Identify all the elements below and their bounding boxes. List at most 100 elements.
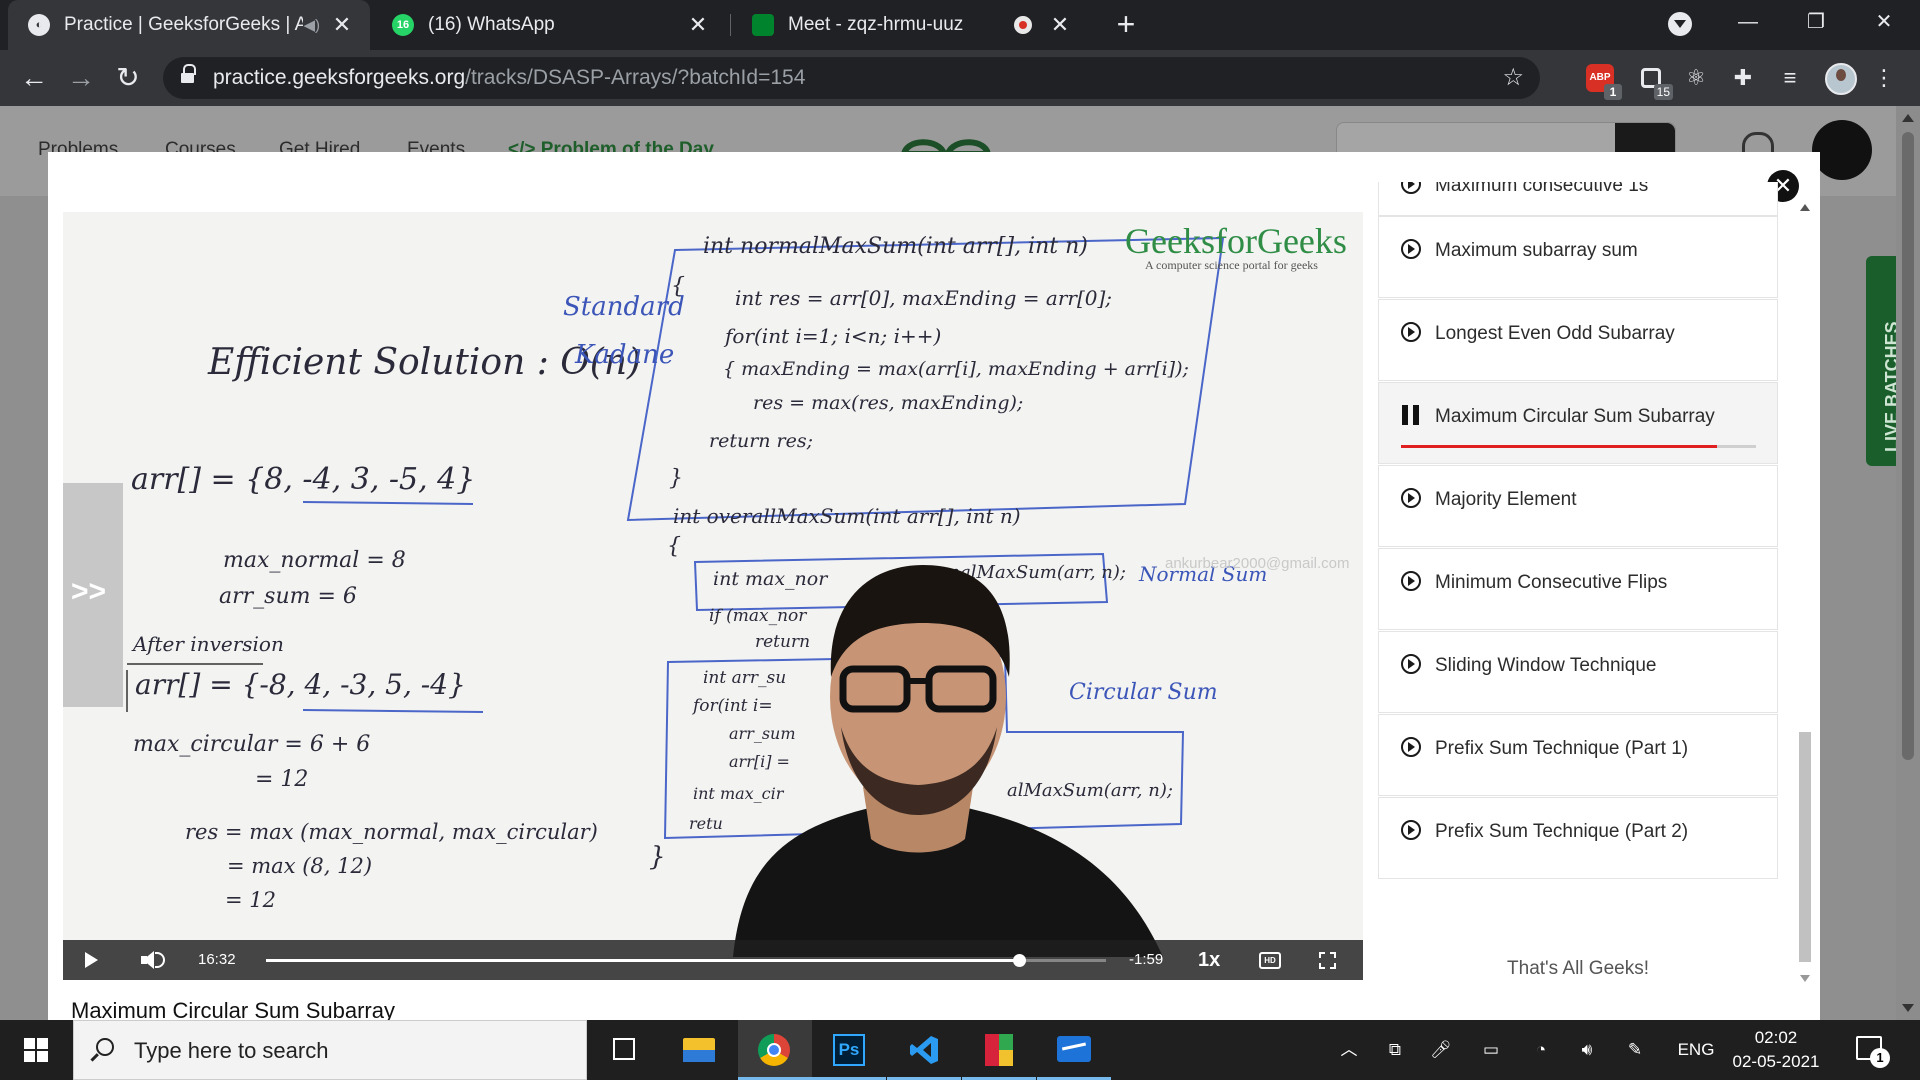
browser-toolbar: ← → ↻ practice.geeksforgeeks.org/tracks/… [0,50,1920,106]
playlist-item[interactable]: Sliding Window Technique [1378,631,1778,713]
task-view-icon[interactable] [587,1020,661,1080]
seek-bar-handle[interactable] [1013,954,1027,967]
playlist-end-text: That's All Geeks! [1507,958,1649,979]
playlist-item-active[interactable]: Maximum Circular Sum Subarray [1378,382,1778,464]
wb-code-6: return res; [709,430,814,452]
playlist-item[interactable]: Maximum subarray sum [1378,216,1778,298]
user-avatar[interactable] [1812,120,1872,180]
windows-start-icon[interactable] [0,1020,70,1080]
media-controls-icon[interactable]: ≡ [1776,64,1804,92]
playlist-item[interactable]: Prefix Sum Technique (Part 1) [1378,714,1778,796]
adblock-plus-icon[interactable]: ABP 1 [1586,64,1622,100]
new-tab-button[interactable]: + [1106,4,1146,44]
winrar-icon[interactable] [962,1020,1036,1080]
pen-icon[interactable]: ✎ [1620,1020,1650,1080]
fullscreen-icon[interactable] [1319,952,1336,969]
play-circle-icon [1401,182,1421,194]
wb-max-circular-result: = 12 [255,767,309,792]
video-controls-bar: 16:32 -1:59 1x HD [63,940,1363,980]
playlist-panel: Maximum consecutive 1s Maximum subarray … [1378,182,1778,992]
window-close-button[interactable]: ✕ [1854,0,1914,44]
address-bar[interactable]: practice.geeksforgeeks.org/tracks/DSASP-… [163,57,1540,99]
tab-close-button[interactable]: ✕ [1046,12,1074,38]
meet-favicon [752,14,774,36]
chrome-icon[interactable] [738,1020,812,1080]
profile-avatar[interactable] [1825,63,1857,95]
wb-res-line-3: = 12 [225,888,276,912]
play-circle-icon [1401,737,1421,757]
playlist-item-label: Maximum consecutive 1s [1435,182,1649,196]
whatsapp-favicon: 16 [392,14,414,36]
playlist-scrollbar[interactable] [1795,204,1815,982]
tab-whatsapp[interactable]: 16 (16) WhatsApp ✕ [372,0,726,50]
play-circle-icon [1401,571,1421,591]
tab-counter-icon[interactable]: 15 [1637,64,1673,100]
tab-close-button[interactable]: ✕ [684,12,712,38]
playlist-item[interactable]: Longest Even Odd Subarray [1378,299,1778,381]
seek-bar[interactable] [266,954,1106,967]
url-text[interactable]: practice.geeksforgeeks.org/tracks/DSASP-… [213,57,805,99]
browser-menu-icon[interactable]: ⋮ [1870,64,1898,92]
file-explorer-icon[interactable] [661,1020,735,1080]
lock-icon[interactable] [181,64,196,84]
play-circle-icon [1401,654,1421,674]
playback-speed-button[interactable]: 1x [1198,940,1220,980]
remaining-time: -1:59 [1129,951,1164,968]
wb-code-brace-2: { [667,534,681,559]
tab-title: Meet - zqz-hrmu-uuz [788,14,964,35]
play-icon[interactable] [85,952,98,968]
wb-code-2: int res = arr[0], maxEnding = arr[0]; [735,286,1113,310]
seek-bar-fill [266,959,1020,962]
reload-icon[interactable]: ↻ [108,58,148,98]
current-time: 16:32 [198,951,236,968]
playlist-item-label: Prefix Sum Technique (Part 1) [1435,738,1689,759]
search-icon [96,1038,114,1056]
tab-title: (16) WhatsApp [428,14,555,35]
taskbar-search-placeholder: Type here to search [134,1038,329,1063]
tab-geeksforgeeks[interactable]: ◐ Practice | GeeksforGeeks | A ◀) ✕ [8,0,370,50]
wb-arr-inverted: arr[] = {-8, 4, -3, 5, -4} [135,668,466,701]
video-side-expand[interactable]: >> [63,483,123,707]
minimize-button[interactable]: — [1718,0,1778,44]
show-hidden-icons-chevron-icon[interactable]: ︿ [1334,1020,1364,1080]
playlist-item[interactable]: Maximum consecutive 1s [1378,182,1778,216]
playlist-item[interactable]: Prefix Sum Technique (Part 2) [1378,797,1778,879]
wb-code-5: res = max(res, maxEnding); [753,392,1024,414]
tab-close-button[interactable]: ✕ [328,12,356,38]
battery-icon[interactable]: ▭ [1476,1020,1506,1080]
forward-arrow-icon[interactable]: → [61,58,101,98]
pause-icon [1401,405,1421,425]
playlist-item-progress [1401,445,1756,448]
windows-taskbar: Type here to search Ps ︿ ⧉ 🎤︎ ▭ ◔ 🔊︎ ✎ E… [0,1020,1920,1080]
playlist-item[interactable]: Minimum Consecutive Flips [1378,548,1778,630]
wb-code-7: int overallMaxSum(int arr[], int n) [673,504,1021,528]
microphone-icon[interactable]: 🎤︎ [1426,1020,1456,1080]
clock-time: 02:02 [1754,1028,1798,1047]
react-devtools-icon[interactable]: ⚛ [1682,64,1710,92]
wifi-icon[interactable]: ◔ [1526,1020,1556,1080]
extensions-puzzle-icon[interactable]: ✚ [1729,64,1757,92]
vscode-icon[interactable] [887,1020,961,1080]
meet-now-icon[interactable]: ⧉ [1380,1020,1410,1080]
wb-code-4: { maxEnding = max(arr[i], maxEnding + ar… [723,358,1189,380]
language-indicator[interactable]: ENG [1670,1020,1722,1080]
tab-meet[interactable]: Meet - zqz-hrmu-uuz ✕ [732,0,1088,50]
wb-res-line-1: res = max (max_normal, max_circular) [185,820,598,844]
action-center-icon[interactable]: 1 [1856,1036,1890,1068]
tab-audio-icon[interactable]: ◀) [303,16,320,34]
taskbar-clock[interactable]: 02:02 02-05-2021 [1726,1026,1826,1074]
tab-divider [730,14,731,36]
hd-quality-icon[interactable]: HD [1259,952,1281,969]
tab-search-icon[interactable] [1668,12,1692,36]
video-modal: ✕ GeeksforGeeks A computer science porta… [48,152,1820,1023]
photoshop-icon[interactable]: Ps [812,1020,886,1080]
speaker-icon[interactable]: 🔊︎ [1572,1020,1602,1080]
page-scrollbar[interactable] [1896,106,1920,1020]
taskbar-search-input[interactable]: Type here to search [73,1020,587,1080]
bookmark-star-icon[interactable]: ☆ [1502,57,1524,99]
video-player[interactable]: GeeksforGeeks A computer science portal … [63,212,1363,980]
whiteboard-app-icon[interactable] [1037,1020,1111,1080]
restore-button[interactable]: ❐ [1786,0,1846,44]
back-arrow-icon[interactable]: ← [14,58,54,98]
playlist-item[interactable]: Majority Element [1378,465,1778,547]
